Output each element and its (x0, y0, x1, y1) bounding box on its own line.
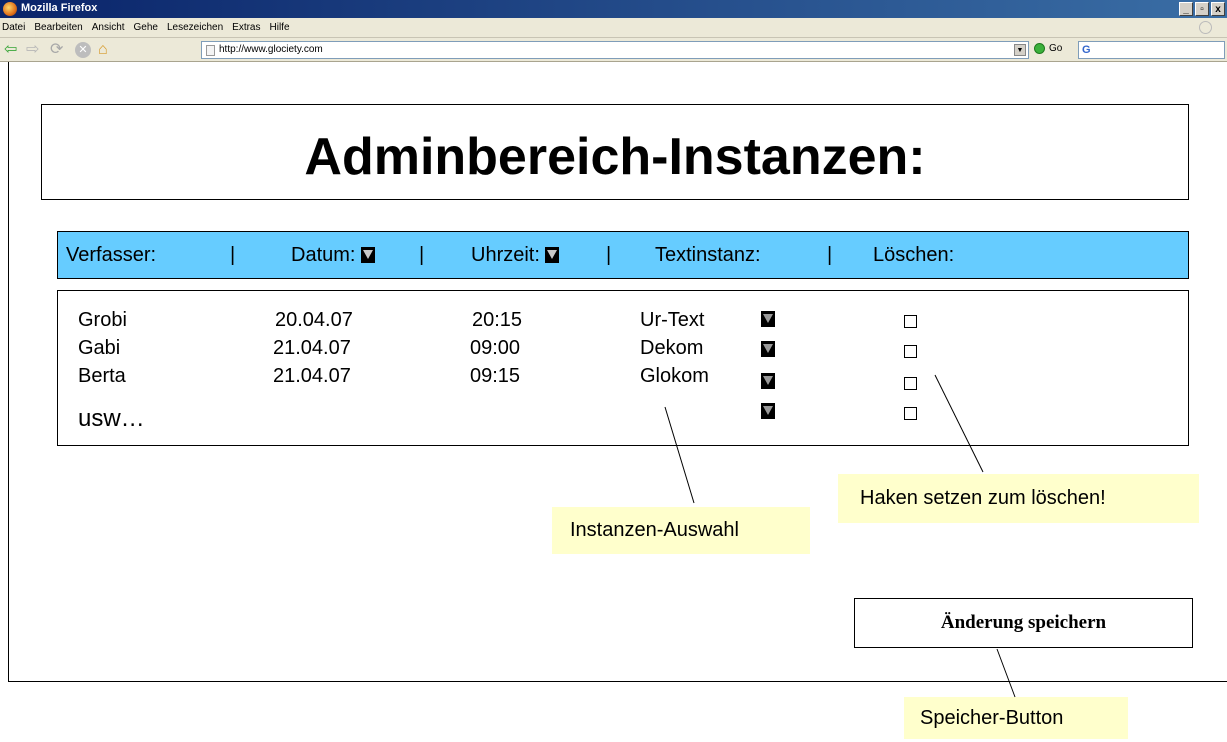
reload-icon[interactable]: ⟳ (50, 41, 63, 59)
instance-dropdown-icon[interactable] (761, 403, 775, 419)
header-separator: | (419, 244, 425, 266)
menu-gehe[interactable]: Gehe (134, 22, 158, 33)
stop-icon[interactable]: ✕ (75, 42, 91, 58)
close-button[interactable]: x (1211, 2, 1225, 16)
annotation-save-hint: Speicher-Button (904, 697, 1128, 739)
row-date: 20.04.07 (275, 309, 353, 331)
menu-bearbeiten[interactable]: Bearbeiten (34, 22, 82, 33)
back-arrow-icon[interactable]: ⇦ (4, 41, 17, 59)
more-text: usw… (78, 405, 145, 432)
row-time: 09:15 (470, 365, 521, 387)
menu-bar: Datei Bearbeiten Ansicht Gehe Lesezeiche… (0, 18, 1227, 38)
navigation-toolbar: ⇦ ⇨ ⟳ ✕ ⌂ http://www.glociety.com ▼ Go G (0, 38, 1227, 62)
window-title: Mozilla Firefox (21, 2, 98, 14)
row-date: 21.04.07 (273, 337, 351, 359)
menu-hilfe[interactable]: Hilfe (270, 22, 290, 33)
search-input[interactable]: G (1078, 41, 1225, 59)
row-instance: Dekom (640, 337, 704, 359)
sort-date-icon[interactable] (361, 247, 376, 263)
row-author: Grobi (78, 309, 127, 331)
row-instance: Glokom (640, 365, 709, 387)
instance-dropdown-icon[interactable] (761, 373, 775, 389)
instance-dropdown-icon[interactable] (761, 341, 775, 357)
header-author: Verfasser: (66, 244, 157, 266)
header-time-label: Uhrzeit: (471, 244, 540, 266)
delete-checkbox[interactable] (904, 345, 917, 358)
delete-checkbox[interactable] (904, 377, 917, 390)
header-separator: | (827, 244, 833, 266)
sort-time-icon[interactable] (545, 247, 560, 263)
header-separator: | (606, 244, 612, 266)
header-time[interactable]: Uhrzeit: (471, 244, 560, 267)
forward-arrow-icon[interactable]: ⇨ (26, 41, 39, 59)
header-date-label: Datum: (291, 244, 356, 266)
instance-list: Grobi 20.04.07 20:15 Ur-Text Gabi 21.04.… (57, 290, 1189, 446)
throbber-icon (1199, 21, 1212, 34)
url-text: http://www.glociety.com (219, 44, 323, 55)
menu-datei[interactable]: Datei (2, 22, 25, 33)
header-separator: | (230, 244, 236, 266)
annotation-delete-hint: Haken setzen zum löschen! (838, 474, 1199, 523)
menu-lesezeichen[interactable]: Lesezeichen (167, 22, 223, 33)
header-instance: Textinstanz: (655, 244, 761, 266)
window-titlebar: Mozilla Firefox _ ▫ x (0, 0, 1227, 18)
header-delete: Löschen: (873, 244, 955, 266)
save-changes-button[interactable]: Änderung speichern (854, 598, 1193, 648)
menu-extras[interactable]: Extras (232, 22, 260, 33)
row-author: Berta (78, 365, 126, 387)
minimize-button[interactable]: _ (1179, 2, 1193, 16)
table-header: Verfasser: | Datum: | Uhrzeit: | Textins… (57, 231, 1189, 279)
go-button[interactable]: Go (1034, 43, 1062, 54)
delete-checkbox[interactable] (904, 315, 917, 328)
url-dropdown-icon[interactable]: ▼ (1014, 44, 1026, 56)
row-instance: Ur-Text (640, 309, 705, 331)
page-icon (206, 45, 215, 56)
annotation-instances: Instanzen-Auswahl (552, 507, 810, 554)
row-time: 09:00 (470, 337, 521, 359)
header-date[interactable]: Datum: (291, 244, 376, 267)
search-engine-icon: G (1082, 44, 1091, 56)
firefox-icon (3, 2, 17, 16)
page-title: Adminbereich-Instanzen: (41, 104, 1189, 200)
window-controls: _ ▫ x (1179, 2, 1225, 16)
go-label: Go (1049, 43, 1063, 54)
go-icon (1034, 43, 1045, 54)
row-date: 21.04.07 (273, 365, 351, 387)
home-icon[interactable]: ⌂ (98, 41, 108, 59)
row-author: Gabi (78, 337, 121, 359)
url-bar[interactable]: http://www.glociety.com ▼ (201, 41, 1029, 59)
instance-dropdown-icon[interactable] (761, 311, 775, 327)
menu-ansicht[interactable]: Ansicht (92, 22, 125, 33)
delete-checkbox[interactable] (904, 407, 917, 420)
restore-button[interactable]: ▫ (1195, 2, 1209, 16)
row-time: 20:15 (472, 309, 523, 331)
